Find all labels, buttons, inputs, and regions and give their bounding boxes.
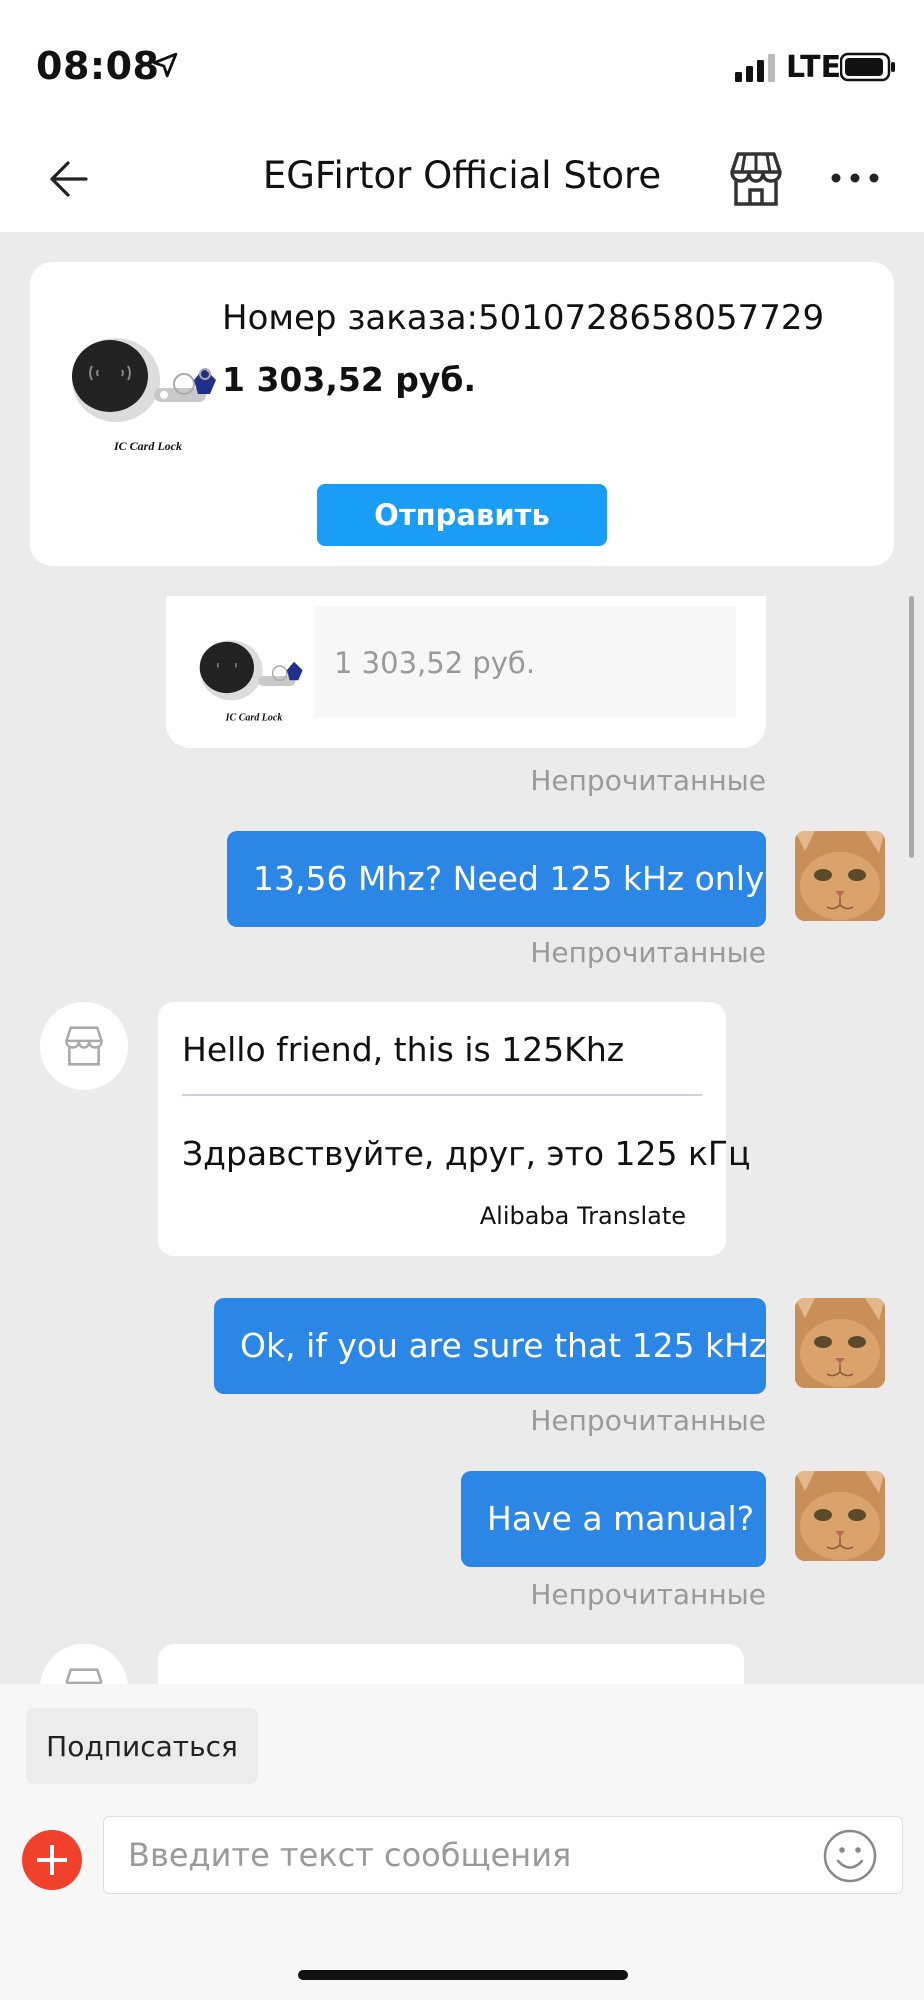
store-avatar[interactable] [40,1644,128,1684]
cat-avatar-image [795,831,885,921]
outgoing-message[interactable]: Ok, if you are sure that 125 kHz [214,1298,766,1394]
unread-label: Непрочитанные [530,1578,766,1611]
subscribe-button[interactable]: Подписаться [26,1708,258,1784]
outgoing-message[interactable]: Have a manual? [461,1471,766,1567]
message-input[interactable] [103,1816,903,1894]
unread-label: Непрочитанные [530,1404,766,1437]
translation-divider [182,1094,702,1096]
more-options-icon[interactable] [830,168,880,188]
network-type: LTE [786,50,842,85]
incoming-message[interactable] [158,1644,744,1684]
product-message-bubble[interactable]: IC Card Lock 1 303,52 руб. [166,596,766,748]
location-arrow-icon [152,52,178,78]
store-avatar-icon [65,1026,103,1066]
home-indicator[interactable] [298,1970,628,1980]
product-image: IC Card Lock [199,640,303,723]
composer-bar: Подписаться [0,1684,924,2000]
battery-icon [840,52,895,82]
signal-bars-icon [735,54,775,82]
original-text: Hello friend, this is 125Khz [182,1030,625,1069]
product-caption: IC Card Lock [225,712,283,723]
user-avatar[interactable] [795,1471,885,1561]
status-bar: 08:08 LTE [0,0,924,130]
store-avatar[interactable] [40,1002,128,1090]
store-icon[interactable] [726,150,786,208]
user-avatar[interactable] [795,1298,885,1388]
product-price-box: 1 303,52 руб. [314,606,736,718]
order-number: Номер заказа:5010728658057729 [222,298,825,338]
product-caption: IC Card Lock [113,439,182,453]
cat-avatar-image [795,1298,885,1388]
outgoing-message[interactable]: 13,56 Mhz? Need 125 kHz only [227,831,766,927]
product-bubble-price: 1 303,52 руб. [334,646,536,680]
product-image: IC Card Lock [72,338,216,453]
order-price: 1 303,52 руб. [222,360,476,399]
order-section: IC Card Lock Номер заказа:50107286580577… [0,232,924,596]
add-attachment-button[interactable] [22,1830,82,1890]
unread-label: Непрочитанные [530,936,766,969]
unread-label: Непрочитанные [530,764,766,797]
send-order-button[interactable]: Отправить [317,484,607,546]
chat-header: EGFirtor Official Store [0,130,924,232]
translation-provider: Alibaba Translate [479,1202,686,1230]
chat-area[interactable]: IC Card Lock 1 303,52 руб. Непрочитанные… [0,596,924,1684]
order-card: IC Card Lock Номер заказа:50107286580577… [30,262,894,566]
incoming-message[interactable]: Hello friend, this is 125Khz Здравствуйт… [158,1002,751,1256]
chat-scrollbar[interactable] [909,596,914,858]
user-avatar[interactable] [795,831,885,921]
cat-avatar-image [795,1471,885,1561]
store-avatar-icon [65,1668,103,1684]
clock: 08:08 [36,44,160,88]
translated-text: Здравствуйте, друг, это 125 кГц [182,1134,751,1173]
emoji-icon[interactable] [822,1828,878,1884]
